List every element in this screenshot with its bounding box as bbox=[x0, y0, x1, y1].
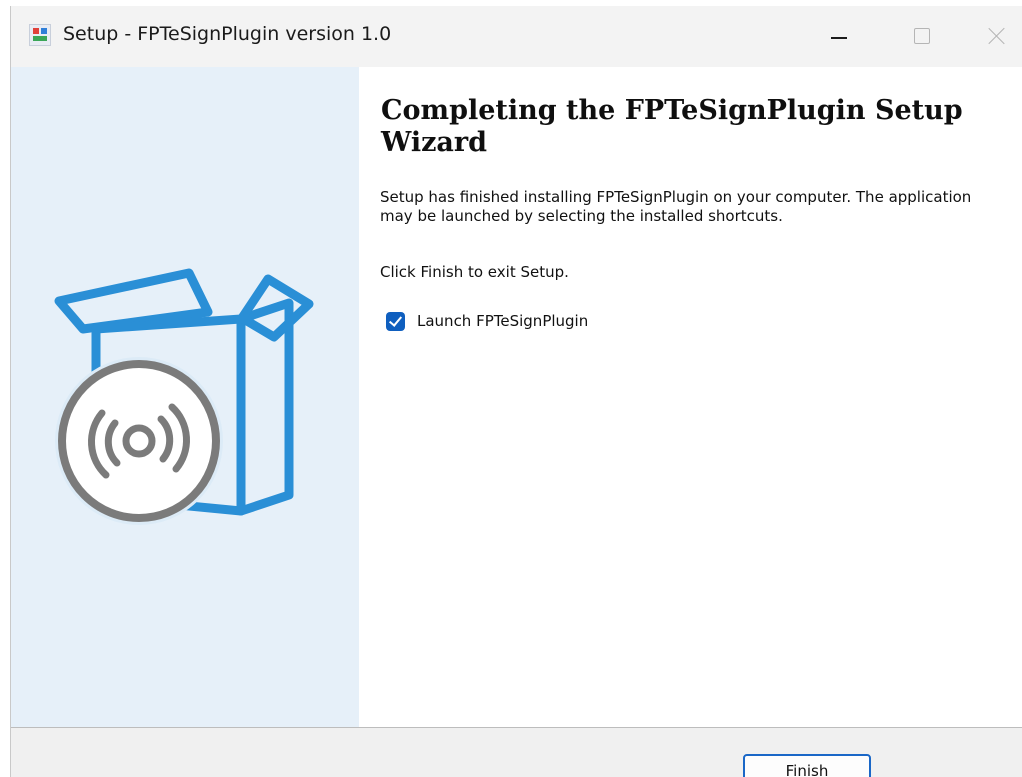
title-bar[interactable]: Setup - FPTeSignPlugin version 1.0 bbox=[11, 6, 1022, 67]
close-icon bbox=[988, 27, 1006, 45]
installer-app-icon bbox=[29, 24, 51, 46]
setup-window: Setup - FPTeSignPlugin version 1.0 Compl… bbox=[10, 6, 1022, 777]
minimize-button[interactable] bbox=[806, 6, 870, 67]
software-box-cd-icon bbox=[54, 268, 314, 525]
wizard-side-image bbox=[11, 67, 359, 727]
checkmark-icon bbox=[388, 313, 403, 327]
window-title: Setup - FPTeSignPlugin version 1.0 bbox=[63, 23, 392, 45]
maximize-icon bbox=[914, 28, 930, 44]
finish-instruction: Click Finish to exit Setup. bbox=[380, 263, 569, 281]
launch-checkbox[interactable] bbox=[386, 312, 405, 331]
completion-description: Setup has finished installing FPTeSignPl… bbox=[380, 188, 972, 225]
minimize-icon bbox=[831, 37, 847, 39]
maximize-button[interactable] bbox=[890, 6, 954, 67]
page-title: Completing the FPTeSignPlugin Setup Wiza… bbox=[381, 95, 963, 158]
finish-button[interactable]: Finish bbox=[743, 754, 871, 777]
wizard-footer: Finish bbox=[11, 727, 1022, 777]
close-button[interactable] bbox=[963, 6, 1022, 67]
launch-checkbox-label[interactable]: Launch FPTeSignPlugin bbox=[417, 312, 588, 330]
wizard-content: Completing the FPTeSignPlugin Setup Wiza… bbox=[359, 67, 1022, 727]
